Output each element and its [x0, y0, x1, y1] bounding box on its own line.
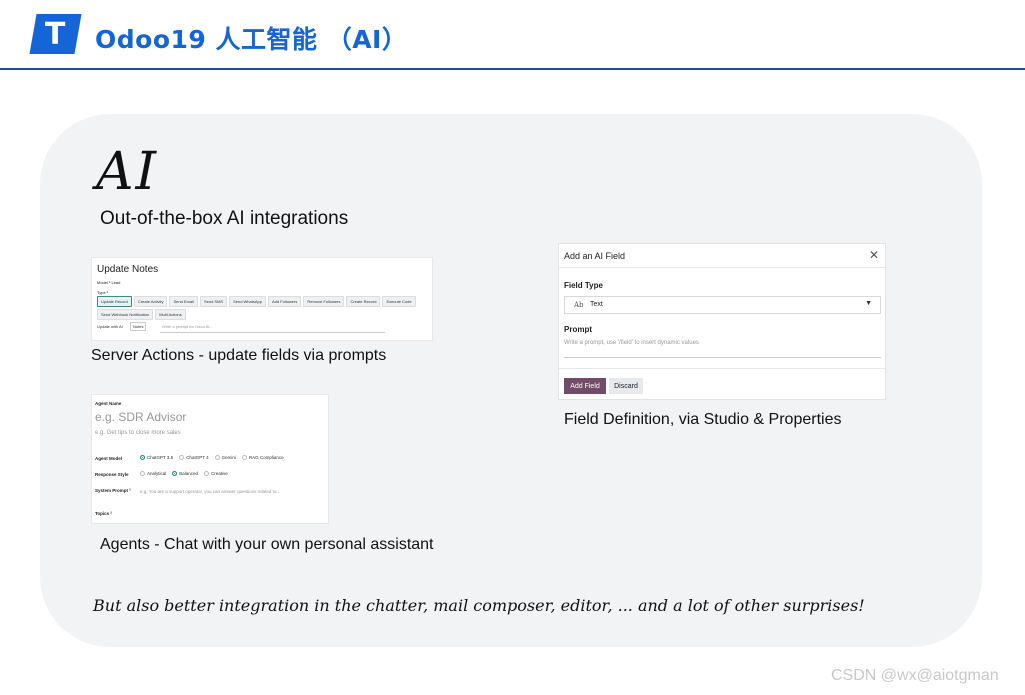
field-type-label: Field Type [564, 281, 603, 290]
update-prompt-underline [160, 332, 385, 333]
model-option-label: ChatGPT 4 [186, 455, 209, 460]
radio-icon [214, 455, 220, 460]
tag-add-followers[interactable]: Add Followers [267, 296, 302, 307]
tag-update-record[interactable]: Update Record [97, 296, 132, 307]
dialog-title: Add an AI Field [564, 251, 626, 261]
closing-statement: But also better integration in the chatt… [93, 596, 865, 615]
update-field-select[interactable]: Notes [130, 322, 147, 331]
tag-execute-code[interactable]: Execute Code [382, 296, 416, 307]
agent-description-input[interactable]: e.g. Get tips to close more sales [95, 430, 181, 436]
close-icon[interactable]: ✕ [869, 248, 879, 262]
style-option-balanced[interactable]: Balanced [172, 471, 198, 476]
discard-button[interactable]: Discard [609, 378, 643, 394]
radio-icon [140, 471, 145, 476]
hero-subtitle: Out-of-the-box AI integrations [100, 208, 349, 229]
style-option-label: Creative [211, 471, 228, 476]
model-option-label: RAG Compliance [248, 455, 284, 460]
tag-send-email[interactable]: Send Email [169, 296, 198, 307]
prompt-label: Prompt [564, 325, 592, 334]
model-option-label: Gemini [221, 455, 236, 460]
text-type-icon: Ab [574, 301, 584, 309]
agent-form-card: Agent Name e.g. SDR Advisor e.g. Get tip… [91, 394, 329, 524]
tag-remove-followers[interactable]: Remove Followers [303, 296, 345, 307]
tag-multi-actions[interactable]: Multi Actions [155, 309, 186, 320]
add-ai-field-dialog: Add an AI Field ✕ Field Type Ab Text ▼ P… [558, 243, 886, 400]
tag-send-webhook[interactable]: Send Webhook Notification [97, 309, 154, 320]
tag-send-sms[interactable]: Send SMS [199, 296, 228, 307]
response-style-label: Response Style [95, 472, 129, 477]
prompt-underline [564, 357, 881, 358]
radio-selected-icon [172, 471, 178, 476]
field-definition-caption: Field Definition, via Studio & Propertie… [564, 411, 842, 428]
type-label: Type ² [97, 290, 109, 295]
model-option-chatgpt4[interactable]: ChatGPT 4 [179, 455, 209, 460]
radio-icon [179, 455, 185, 460]
dialog-footer-divider [559, 368, 885, 369]
style-option-label: Analytical [147, 471, 167, 476]
slide-header: T Odoo19 人工智能 （AI） [0, 0, 1025, 70]
radio-icon [204, 471, 210, 476]
server-actions-caption: Server Actions - update fields via promp… [91, 347, 387, 364]
tag-create-activity[interactable]: Create Activity [133, 296, 168, 307]
tag-send-whatsapp[interactable]: Send WhatsApp [229, 296, 266, 307]
prompt-input[interactable]: Write a prompt, use '/field' to insert d… [564, 340, 699, 346]
style-option-label: Balanced [179, 471, 199, 476]
system-prompt-label: System Prompt ² [95, 488, 131, 493]
field-type-value: Text [590, 301, 603, 308]
dialog-header: Add an AI Field ✕ [559, 244, 885, 268]
update-notes-card: Update Notes Model ² Lead Type ² Update … [91, 257, 433, 341]
agent-model-label: Agent Model [95, 456, 122, 461]
watermark: CSDN @wx@aiotgman [831, 667, 999, 684]
hero-title: AI [96, 142, 159, 202]
brand-logo-glyph: T [45, 16, 66, 52]
response-style-options: Analytical Balanced Creative [140, 471, 228, 476]
field-type-select[interactable]: Ab Text ▼ [564, 296, 881, 314]
model-option-gemini[interactable]: Gemini [214, 455, 236, 460]
agent-name-label: Agent Name [95, 401, 122, 406]
agent-model-options: ChatGPT 3.5 ChatGPT 4 Gemini RAG Complia… [140, 455, 284, 460]
header-divider [0, 68, 1025, 70]
model-option-label: ChatGPT 3.5 [147, 455, 174, 460]
update-prompt-input[interactable]: Write a prompt for Odoo AI... [162, 324, 213, 329]
agents-caption: Agents - Chat with your own personal ass… [100, 536, 434, 553]
tag-create-record[interactable]: Create Record [346, 296, 381, 307]
radio-icon [241, 455, 247, 460]
agent-name-input[interactable]: e.g. SDR Advisor [95, 410, 186, 424]
model-label: Model ² Lead [97, 280, 121, 285]
update-notes-title: Update Notes [97, 264, 159, 275]
model-option-chatgpt35[interactable]: ChatGPT 3.5 [140, 455, 173, 460]
brand-logo: T [29, 14, 82, 54]
radio-selected-icon [140, 455, 145, 460]
style-option-analytical[interactable]: Analytical [140, 471, 166, 476]
system-prompt-input[interactable]: e.g. You are a support operator, you can… [140, 489, 280, 494]
model-option-rag[interactable]: RAG Compliance [241, 455, 284, 460]
style-option-creative[interactable]: Creative [204, 471, 228, 476]
chevron-down-icon: ▼ [865, 300, 872, 307]
action-type-tags: Update Record Create Activity Send Email… [97, 296, 427, 320]
slide-title: Odoo19 人工智能 （AI） [95, 25, 408, 54]
topics-label: Topics ² [95, 511, 112, 516]
add-field-button[interactable]: Add Field [564, 378, 606, 394]
update-with-ai-label: Update with AI [97, 324, 123, 329]
